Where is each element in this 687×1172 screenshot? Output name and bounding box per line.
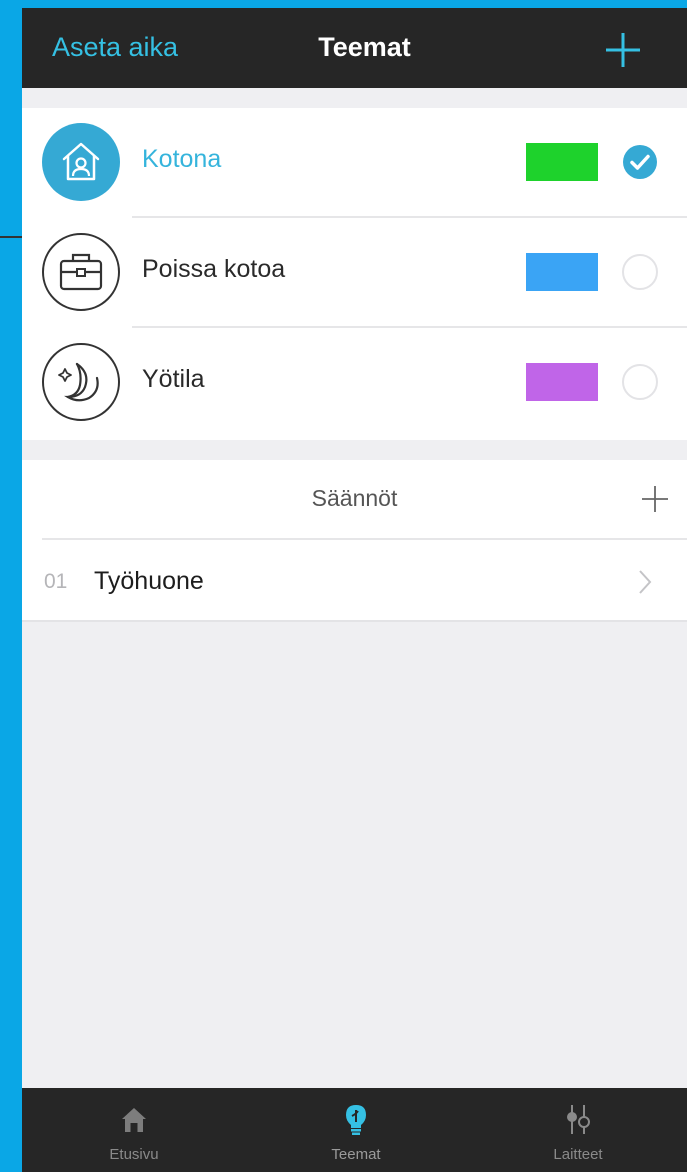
briefcase-icon xyxy=(59,253,103,291)
plus-icon[interactable] xyxy=(605,32,641,68)
check-circle-icon[interactable] xyxy=(622,144,658,180)
rule-number: 01 xyxy=(44,570,68,593)
page-title: Teemat xyxy=(318,32,411,62)
app-screen: Aseta aika Teemat Kotona Poissa kotoa Yö… xyxy=(22,8,687,1172)
home-icon xyxy=(62,142,100,181)
theme-name: Yötila xyxy=(142,365,205,393)
tab-label: Etusivu xyxy=(109,1146,159,1163)
chevron-right-icon xyxy=(639,570,652,594)
rules-section: Säännöt 01 Työhuone xyxy=(22,460,687,622)
tab-label: Teemat xyxy=(331,1146,381,1163)
rules-header: Säännöt xyxy=(42,460,687,540)
theme-icon-circle xyxy=(42,343,120,421)
plus-icon[interactable] xyxy=(640,484,670,514)
radio-button[interactable] xyxy=(622,254,658,290)
moon-icon xyxy=(58,362,99,402)
theme-name: Kotona xyxy=(142,145,222,173)
background-divider xyxy=(0,236,22,238)
theme-name: Poissa kotoa xyxy=(142,255,286,283)
tab-etusivu[interactable]: Etusivu xyxy=(54,1088,214,1172)
tab-teemat[interactable]: Teemat xyxy=(276,1088,436,1172)
radio-button[interactable] xyxy=(622,364,658,400)
theme-row-yotila[interactable]: Yötila xyxy=(22,328,687,438)
rules-title: Säännöt xyxy=(311,485,398,511)
background-accent-left xyxy=(0,0,22,238)
theme-row-kotona[interactable]: Kotona xyxy=(22,108,687,218)
bottom-tab-bar: Etusivu Teemat Laitteet xyxy=(22,1088,687,1172)
theme-color-swatch xyxy=(526,143,598,181)
theme-row-poissa-kotoa[interactable]: Poissa kotoa xyxy=(22,218,687,328)
tab-label: Laitteet xyxy=(553,1146,603,1163)
rule-title: Työhuone xyxy=(94,567,204,595)
theme-list: Kotona Poissa kotoa Yötila xyxy=(22,108,687,440)
background-accent-top xyxy=(0,0,687,8)
tab-laitteet[interactable]: Laitteet xyxy=(498,1088,658,1172)
home-icon xyxy=(122,1108,146,1132)
rule-row[interactable]: 01 Työhuone xyxy=(22,540,687,622)
theme-icon-circle xyxy=(42,123,120,201)
sliders-icon xyxy=(567,1105,590,1134)
theme-icon-circle xyxy=(42,233,120,311)
lightbulb-icon xyxy=(346,1105,366,1135)
theme-color-swatch xyxy=(526,253,598,291)
theme-color-swatch xyxy=(526,363,598,401)
top-navigation-bar: Aseta aika Teemat xyxy=(22,8,687,88)
